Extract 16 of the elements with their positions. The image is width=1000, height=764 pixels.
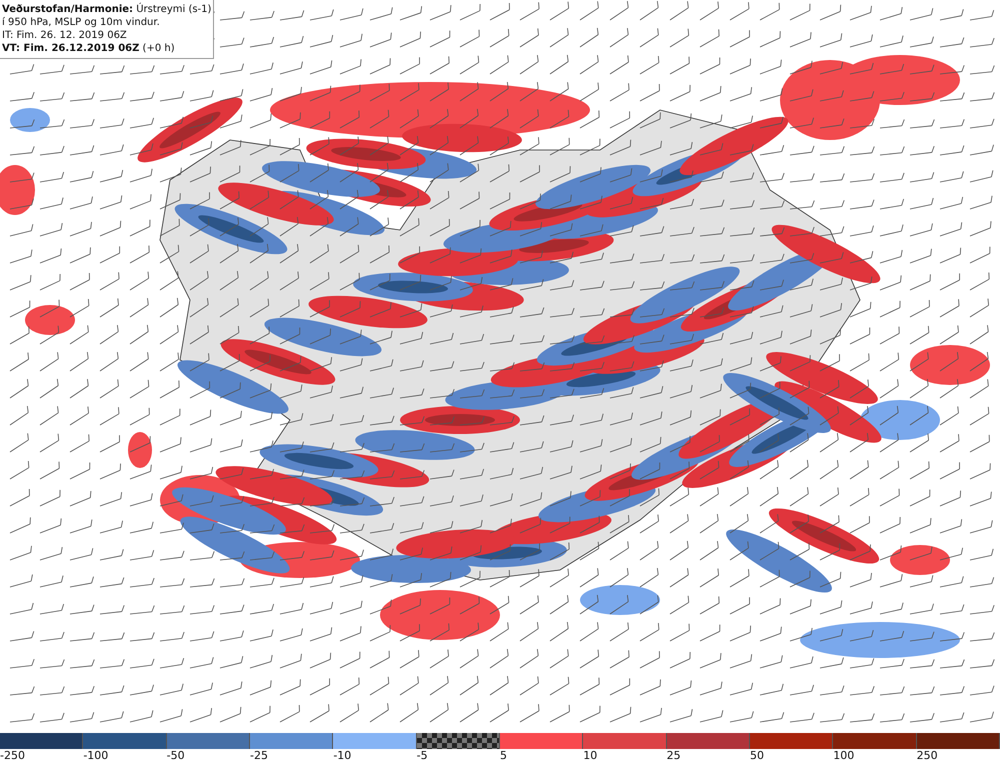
legend-label: 250 <box>916 749 938 763</box>
legend-label: -25 <box>250 749 268 763</box>
header-text: í 950 hPa, MSLP og 10m vindur. <box>2 16 161 29</box>
legend-label: 25 <box>666 749 681 763</box>
header-text: IT: Fim. 26. 12. 2019 06Z <box>2 29 128 42</box>
legend-label: 100 <box>833 749 854 763</box>
legend-label: -50 <box>166 749 185 763</box>
legend-label: -10 <box>333 749 352 763</box>
legend-label: -250 <box>0 749 25 763</box>
legend-label: 5 <box>500 749 507 763</box>
header-text: VT: Fim. 26.12.2019 06Z (+0 h) <box>2 42 176 55</box>
header-text: Veðurstofan/Harmonie: Úrstreymi (s-1) <box>2 3 212 16</box>
legend-label: -100 <box>83 749 108 763</box>
legend-label: 50 <box>750 749 764 763</box>
legend-label: -5 <box>416 749 428 763</box>
legend-label: 10 <box>583 749 598 763</box>
